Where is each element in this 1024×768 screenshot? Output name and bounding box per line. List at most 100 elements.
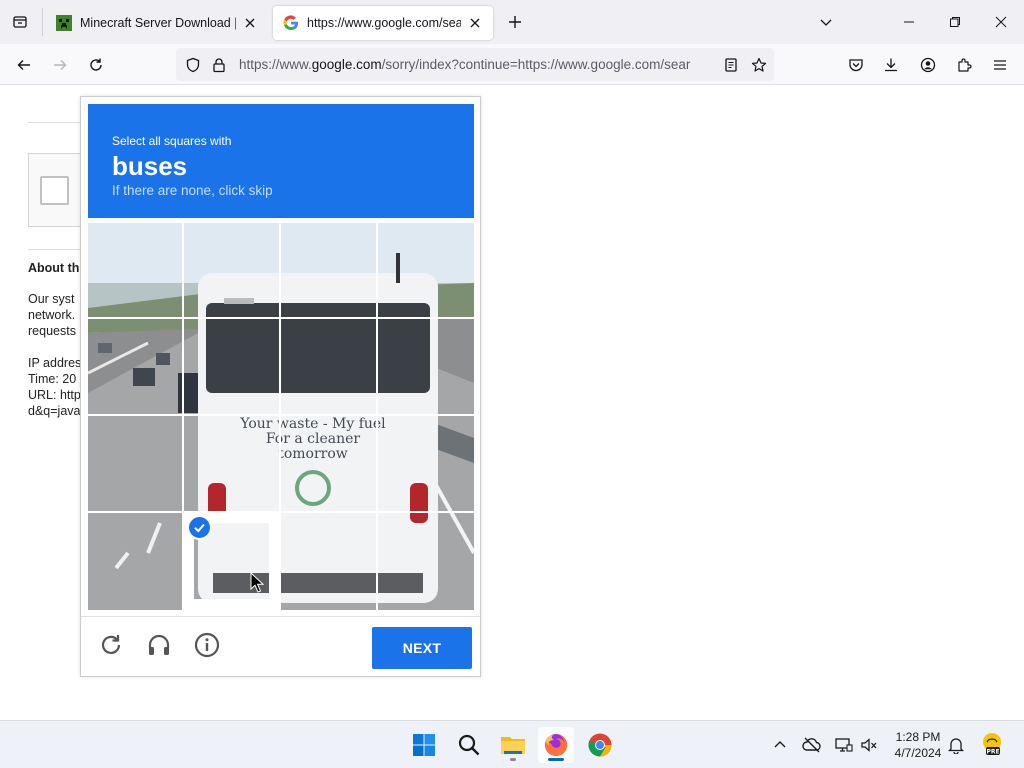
bus-slogan-text: For a cleaner (280, 431, 360, 447)
about-heading: About th (28, 261, 80, 275)
tracking-shield-icon[interactable] (184, 56, 202, 74)
image-tile[interactable]: Your waste - My fuelFor a cleanertomorro… (377, 223, 474, 318)
image-tile-grid: Your waste - My fuel For a cleaner tomorro… (88, 223, 474, 610)
grid-line (88, 414, 474, 416)
url-line-cont[interactable]: d&q=java (28, 404, 80, 418)
tab-bar: Minecraft Server Download | Mi https://w… (0, 0, 1024, 44)
bookmark-star-icon[interactable] (750, 56, 768, 74)
chevron-up-icon[interactable] (770, 735, 790, 755)
image-tile[interactable]: Your waste - My fuelFor a cleanertomorro… (377, 415, 474, 512)
bus-slogan-text: Your waste - My fuel (377, 416, 386, 432)
pocket-icon[interactable] (843, 52, 869, 78)
restore-icon[interactable] (940, 8, 970, 36)
recaptcha-checkbox[interactable] (40, 176, 69, 205)
url-prefix: https://www. (239, 57, 312, 72)
challenge-footer: NEXT (81, 616, 480, 676)
bus-slogan-text: For a cleaner (266, 431, 280, 447)
tab-title: Minecraft Server Download | Mi (80, 16, 236, 30)
taskbar-clock[interactable]: 1:28 PM 4/7/2024 (888, 729, 948, 761)
url-domain: google.com (311, 57, 382, 72)
bus-slogan-text: Your waste - My fuel (239, 416, 280, 432)
minimize-icon[interactable] (894, 8, 924, 36)
tab-list-icon[interactable] (8, 10, 32, 34)
app-indicator (548, 758, 564, 761)
tab-google[interactable]: https://www.google.com/searc (273, 6, 493, 40)
image-tile[interactable]: Your waste - My fuelFor a cleanertomorro… (183, 415, 280, 512)
next-button[interactable]: NEXT (372, 627, 472, 669)
url-text[interactable]: https://www.google.com/sorry/index?conti… (239, 57, 711, 72)
image-tile[interactable]: Your waste - My fuelFor a cleanertomorro… (377, 512, 474, 610)
reload-challenge-icon[interactable] (96, 630, 126, 660)
file-explorer-icon[interactable] (495, 727, 531, 763)
image-tile[interactable]: Your waste - My fuelFor a cleanertomorro… (183, 223, 280, 318)
body-line: Our syst (28, 292, 75, 306)
image-tile[interactable]: Your waste - My fuelFor a cleanertomorro… (280, 415, 377, 512)
search-icon[interactable] (451, 727, 487, 763)
firefox-icon[interactable] (538, 727, 574, 763)
back-arrow-icon[interactable] (11, 52, 37, 78)
downloads-icon[interactable] (878, 52, 904, 78)
ip-address-line: IP addres (28, 356, 82, 370)
image-tile[interactable]: Your waste - My fuelFor a cleanertomorro… (88, 223, 183, 318)
reload-icon[interactable] (83, 52, 109, 78)
image-tile[interactable]: Your waste - My fuelFor a cleanertomorro… (88, 415, 183, 512)
divider (28, 249, 88, 250)
recaptcha-challenge-dialog: Select all squares with buses If there a… (80, 96, 481, 677)
reader-view-icon[interactable] (722, 56, 740, 74)
mouse-cursor-icon (250, 572, 264, 593)
url-bar[interactable]: https://www.google.com/sorry/index?conti… (176, 48, 774, 81)
lock-icon[interactable] (210, 56, 228, 74)
grid-line (376, 223, 378, 610)
tab-title: https://www.google.com/searc (307, 16, 461, 30)
windows-insider-icon[interactable]: PRE (980, 732, 1004, 756)
instruction-text: Select all squares with (112, 134, 232, 148)
grid-line (88, 317, 474, 319)
skip-hint-text: If there are none, click skip (112, 183, 273, 198)
tab-minecraft[interactable]: Minecraft Server Download | Mi (46, 6, 268, 40)
window-close-icon[interactable] (986, 8, 1016, 36)
challenge-header: Select all squares with buses If there a… (88, 104, 474, 218)
navigation-toolbar: https://www.google.com/sorry/index?conti… (0, 44, 1024, 85)
headphones-audio-icon[interactable] (144, 630, 174, 660)
image-tile[interactable]: Your waste - My fuelFor a cleanertomorro… (280, 512, 377, 610)
volume-muted-icon[interactable] (859, 735, 879, 755)
info-icon[interactable] (192, 630, 222, 660)
target-object-text: buses (112, 151, 188, 181)
forward-arrow-icon[interactable] (47, 52, 73, 78)
divider (28, 122, 88, 123)
body-line: network. (28, 308, 76, 322)
time-line: Time: 20 (28, 372, 77, 386)
windows-taskbar: 1:28 PM 4/7/2024 PRE (0, 720, 1024, 768)
minecraft-favicon-icon (56, 15, 72, 31)
body-line: requests (28, 324, 76, 338)
new-tab-plus-icon[interactable] (503, 10, 527, 34)
image-tile[interactable]: Your waste - My fuelFor a cleanertomorro… (183, 318, 280, 415)
tile-selected-check-icon (187, 515, 212, 540)
grid-line (88, 511, 474, 513)
chrome-icon[interactable] (582, 727, 618, 763)
pre-badge-text: PRE (986, 749, 999, 756)
tab-separator (42, 8, 43, 36)
notification-bell-icon[interactable] (946, 735, 966, 755)
chevron-down-icon[interactable] (811, 8, 841, 36)
account-icon[interactable] (915, 52, 941, 78)
onedrive-cloud-icon[interactable] (802, 735, 822, 755)
app-indicator (510, 758, 516, 761)
clock-time: 1:28 PM (895, 730, 941, 744)
close-icon[interactable] (467, 15, 483, 31)
bus-slogan-text: Your waste - My fuel (280, 416, 377, 432)
close-icon[interactable] (242, 15, 258, 31)
hamburger-menu-icon[interactable] (987, 52, 1013, 78)
grid-line (182, 223, 184, 610)
google-favicon-icon (283, 15, 298, 31)
extensions-icon[interactable] (951, 52, 977, 78)
image-tile[interactable]: Your waste - My fuelFor a cleanertomorro… (88, 512, 183, 610)
network-monitor-icon[interactable] (834, 735, 854, 755)
windows-start-icon[interactable] (406, 727, 442, 763)
bus-slogan-text: tomorrow (280, 446, 348, 462)
url-line[interactable]: URL: http (28, 388, 81, 402)
image-tile[interactable]: Your waste - My fuelFor a cleanertomorro… (280, 223, 377, 318)
image-tile[interactable]: Your waste - My fuelFor a cleanertomorro… (377, 318, 474, 415)
image-tile[interactable]: Your waste - My fuelFor a cleanertomorro… (88, 318, 183, 415)
image-tile[interactable]: Your waste - My fuelFor a cleanertomorro… (280, 318, 377, 415)
